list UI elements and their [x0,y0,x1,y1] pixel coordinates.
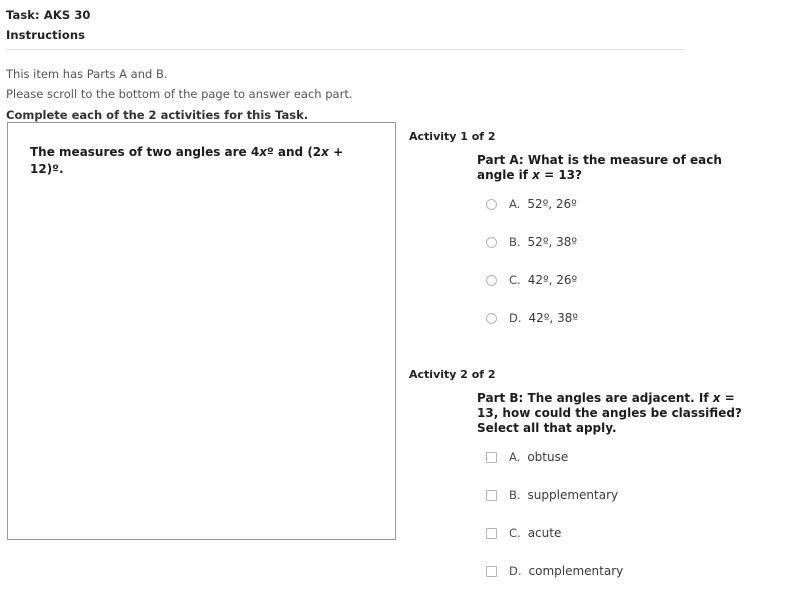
stimulus-variable-x-1: x [259,145,267,159]
option-letter: D. [509,564,522,578]
part-b-option-c[interactable]: C. acute [477,526,797,564]
option-letter: A. [509,450,521,464]
radio-button-icon[interactable] [486,199,497,210]
stimulus-variable-x-2: x [321,145,329,159]
part-b-option-a[interactable]: A. obtuse [477,450,797,488]
page-header: Task: AKS 30 Instructions [6,5,706,45]
part-a-question: Part A: What is the measure of each angl… [477,153,745,183]
stimulus-statement: The measures of two angles are 4xº and (… [30,144,379,178]
part-b-options: A. obtuse B. supplementary C. acute D. c… [477,450,797,602]
checkbox-icon[interactable] [486,566,497,577]
part-b-question: Part B: The angles are adjacent. If x = … [477,391,745,436]
activity-1-label: Activity 1 of 2 [409,130,496,143]
part-a-option-b[interactable]: B. 52º, 38º [477,235,797,273]
option-letter: C. [509,273,521,287]
activities-panel: Activity 1 of 2 Part A: What is the meas… [409,130,797,602]
page-title: Task: AKS 30 [6,8,91,22]
option-letter: C. [509,526,521,540]
option-label: complementary [528,564,624,578]
radio-button-icon[interactable] [486,237,497,248]
radio-button-icon[interactable] [486,313,497,324]
activity-1-body: Part A: What is the measure of each angl… [477,153,797,349]
activity-2-body: Part B: The angles are adjacent. If x = … [477,391,797,602]
intro-line-2: Please scroll to the bottom of the page … [6,87,353,101]
instructions-text: This item has Parts A and B. Please scro… [6,64,696,125]
part-b-option-d[interactable]: D. complementary [477,564,797,602]
radio-button-icon[interactable] [486,275,497,286]
activity-1: Activity 1 of 2 Part A: What is the meas… [409,130,797,349]
stimulus-box: The measures of two angles are 4xº and (… [7,122,396,540]
part-a-option-a[interactable]: A. 52º, 26º [477,197,797,235]
part-b-question-part1: Part B: The angles are adjacent. If [477,391,713,405]
option-letter: B. [509,488,521,502]
intro-line-1: This item has Parts A and B. [6,67,168,81]
stimulus-text-part2: º and (2 [266,145,322,159]
activity-2: Activity 2 of 2 Part B: The angles are a… [409,368,797,602]
option-label: 52º, 38º [527,235,578,249]
part-a-question-part1: Part A: What is the measure of each angl… [477,153,722,182]
checkbox-icon[interactable] [486,452,497,463]
option-label: acute [527,526,562,540]
checkbox-icon[interactable] [486,528,497,539]
checkbox-icon[interactable] [486,490,497,501]
option-letter: D. [509,311,522,325]
part-a-variable-x: x [532,168,540,182]
option-letter: B. [509,235,521,249]
option-label: obtuse [527,450,569,464]
option-letter: A. [509,197,521,211]
option-label: 52º, 26º [527,197,577,211]
part-a-options: A. 52º, 26º B. 52º, 38º C. 42º, 26º D. 4… [477,197,797,349]
option-label: 42º, 26º [527,273,578,287]
option-label: 42º, 38º [528,311,578,325]
instructions-heading: Instructions [6,28,86,42]
header-divider [6,49,685,50]
stimulus-text-part1: The measures of two angles are 4 [30,145,260,159]
part-a-option-d[interactable]: D. 42º, 38º [477,311,797,349]
part-a-question-part2: = 13? [539,168,582,182]
part-b-option-b[interactable]: B. supplementary [477,488,797,526]
part-a-option-c[interactable]: C. 42º, 26º [477,273,797,311]
activity-2-label: Activity 2 of 2 [409,368,496,381]
option-label: supplementary [527,488,619,502]
